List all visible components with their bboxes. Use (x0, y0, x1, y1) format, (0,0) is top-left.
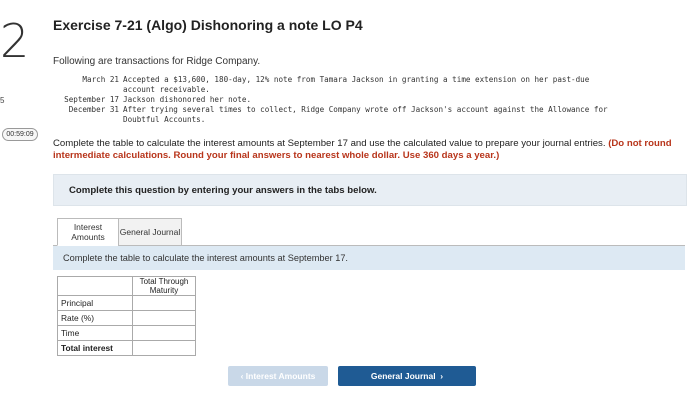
transaction-date (53, 85, 123, 95)
row-label: Principal (57, 295, 133, 311)
principal-cell[interactable] (132, 295, 196, 311)
transaction-row: September 17 Jackson dishonored her note… (53, 95, 683, 105)
prev-tab-button[interactable]: ‹ Interest Amounts (228, 366, 328, 386)
table-row: Principal (57, 295, 196, 311)
principal-input[interactable] (136, 296, 192, 310)
tab-bar: Interest Amounts General Journal (57, 218, 182, 246)
question-number: 2 (0, 14, 30, 68)
left-sidebar: 2 5 00:59:09 (0, 0, 46, 417)
transaction-text: After trying several times to collect, R… (123, 105, 608, 114)
interest-table: Total Through Maturity Principal Rate (%… (57, 276, 196, 356)
transaction-date: March 21 (82, 75, 119, 84)
chevron-right-icon: › (435, 371, 444, 381)
time-input[interactable] (136, 326, 192, 340)
total-interest-cell[interactable] (132, 340, 196, 356)
table-row: Total interest (57, 340, 196, 356)
table-header-row: Total Through Maturity (57, 276, 196, 296)
transaction-text: Doubtful Accounts. (123, 115, 206, 124)
transaction-date (53, 115, 123, 125)
total-interest-input[interactable] (136, 341, 192, 355)
table-row: Rate (%) (57, 310, 196, 326)
transaction-text: Jackson dishonored her note. (123, 95, 252, 104)
row-label: Total interest (57, 340, 133, 356)
transaction-date: December 31 (68, 105, 119, 114)
intro-text: Following are transactions for Ridge Com… (53, 56, 261, 67)
tab-content-header: Complete the table to calculate the inte… (53, 245, 685, 270)
time-cell[interactable] (132, 325, 196, 341)
transactions-list: March 21 Accepted a $13,600, 180-day, 12… (53, 75, 683, 125)
transaction-row: Doubtful Accounts. (53, 115, 683, 125)
subpanel-text: Complete the table to calculate the inte… (63, 253, 348, 263)
next-button-label: General Journal (370, 371, 436, 381)
instructions-main: Complete the table to calculate the inte… (53, 138, 609, 149)
transaction-row: March 21 Accepted a $13,600, 180-day, 12… (53, 75, 683, 85)
rate-input[interactable] (136, 311, 192, 325)
rate-cell[interactable] (132, 310, 196, 326)
prev-button-label: Interest Amounts (245, 371, 316, 381)
row-label: Time (57, 325, 133, 341)
tab-interest-amounts[interactable]: Interest Amounts (57, 218, 119, 246)
timer-badge: 00:59:09 (2, 128, 38, 141)
panel-text: Complete this question by entering your … (69, 185, 377, 196)
question-panel: Complete this question by entering your … (53, 174, 687, 206)
instructions: Complete the table to calculate the inte… (53, 138, 683, 162)
next-tab-button[interactable]: General Journal › (338, 366, 476, 386)
tab-general-journal[interactable]: General Journal (118, 218, 182, 246)
column-header: Total Through Maturity (132, 276, 196, 296)
transaction-text: account receivable. (123, 85, 210, 94)
transaction-row: December 31 After trying several times t… (53, 105, 683, 115)
table-corner (57, 276, 133, 296)
transaction-row: account receivable. (53, 85, 683, 95)
transaction-text: Accepted a $13,600, 180-day, 12% note fr… (123, 75, 590, 84)
transaction-date: September 17 (64, 95, 119, 104)
side-marker: 5 (0, 96, 5, 105)
table-row: Time (57, 325, 196, 341)
exercise-title: Exercise 7-21 (Algo) Dishonoring a note … (53, 17, 363, 33)
row-label: Rate (%) (57, 310, 133, 326)
